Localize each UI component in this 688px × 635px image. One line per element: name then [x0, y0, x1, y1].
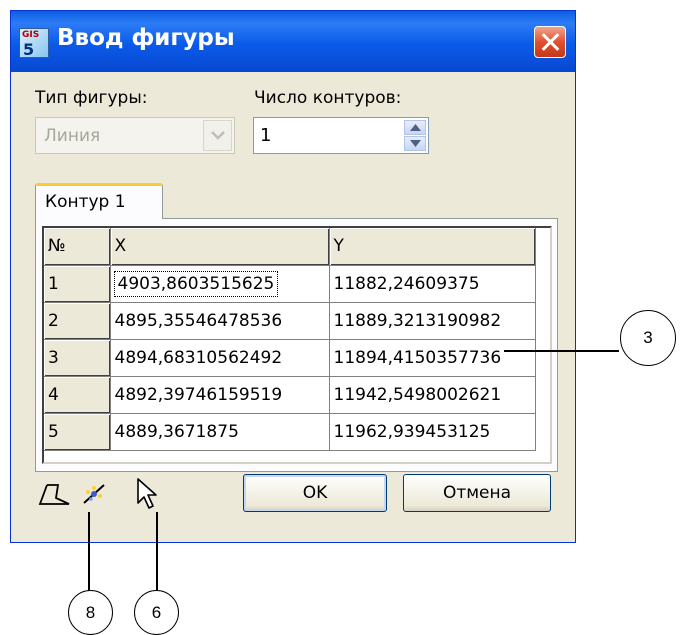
table-row: 1 4903,8603515625 11882,24609375: [44, 265, 536, 303]
row-number-cell[interactable]: 4: [44, 376, 111, 414]
tab-contour-1[interactable]: Контур 1: [35, 183, 163, 219]
row-number-cell[interactable]: 1: [44, 265, 111, 303]
polygon-tool-icon[interactable]: [37, 481, 71, 511]
dropdown-arrow-icon[interactable]: [203, 120, 232, 151]
column-header-y[interactable]: Y: [329, 228, 536, 266]
input-shape-dialog: GIS 5 Ввод фигуры Тип фигуры: Число конт…: [10, 10, 576, 543]
table-row: 2 4895,35546478536 11889,3213190982: [44, 302, 536, 340]
x-cell[interactable]: 4895,35546478536: [110, 302, 330, 340]
table-header-row: № X Y: [44, 228, 536, 266]
contour-count-stepper[interactable]: 1: [253, 117, 429, 154]
callout-leader-line: [156, 512, 158, 595]
x-cell[interactable]: 4903,8603515625: [110, 265, 330, 303]
table-row: 4 4892,39746159519 11942,5498002621: [44, 376, 536, 414]
point-pick-icon[interactable]: [79, 477, 113, 513]
coordinates-grid[interactable]: № X Y 1 4903,8603515625 11882,24609375 2…: [42, 226, 552, 464]
table-row: 3 4894,68310562492 11894,4150357736: [44, 339, 536, 377]
ok-button[interactable]: OK: [243, 474, 387, 512]
callout-8: 8: [68, 590, 113, 635]
window-title: Ввод фигуры: [57, 25, 235, 51]
x-cell-text: 4903,8603515625: [113, 270, 279, 297]
gis-app-icon: GIS 5: [19, 28, 49, 59]
contour-count-value: 1: [260, 125, 272, 146]
app-icon-text: GIS: [22, 30, 40, 40]
callout-leader-line: [88, 512, 90, 595]
title-bar[interactable]: GIS 5 Ввод фигуры: [11, 11, 575, 72]
table-row: 5 4889,3671875 11962,939453125: [44, 413, 536, 451]
spin-up-icon[interactable]: [404, 120, 426, 135]
callout-3: 3: [620, 310, 676, 366]
y-cell[interactable]: 11882,24609375: [329, 265, 536, 303]
tab-label: Контур 1: [45, 192, 126, 212]
x-cell[interactable]: 4894,68310562492: [110, 339, 330, 377]
spin-down-icon[interactable]: [404, 136, 426, 151]
cursor-arrow-icon[interactable]: [135, 477, 161, 511]
y-cell[interactable]: 11894,4150357736: [329, 339, 536, 377]
y-cell[interactable]: 11889,3213190982: [329, 302, 536, 340]
y-cell[interactable]: 11962,939453125: [329, 413, 536, 451]
shape-type-value: Линия: [44, 126, 101, 146]
row-number-cell[interactable]: 5: [44, 413, 111, 451]
x-cell[interactable]: 4892,39746159519: [110, 376, 330, 414]
close-button[interactable]: [534, 26, 566, 58]
app-icon-number: 5: [23, 40, 35, 59]
shape-type-label: Тип фигуры:: [35, 88, 148, 108]
cancel-button[interactable]: Отмена: [403, 474, 551, 512]
column-header-x[interactable]: X: [110, 228, 330, 266]
column-header-number[interactable]: №: [44, 228, 111, 266]
row-number-cell[interactable]: 3: [44, 339, 111, 377]
contour-count-label: Число контуров:: [254, 88, 402, 108]
row-number-cell[interactable]: 2: [44, 302, 111, 340]
callout-leader-line: [504, 350, 619, 352]
y-cell[interactable]: 11942,5498002621: [329, 376, 536, 414]
x-cell[interactable]: 4889,3671875: [110, 413, 330, 451]
callout-6: 6: [134, 590, 179, 635]
shape-type-select[interactable]: Линия: [35, 117, 235, 154]
